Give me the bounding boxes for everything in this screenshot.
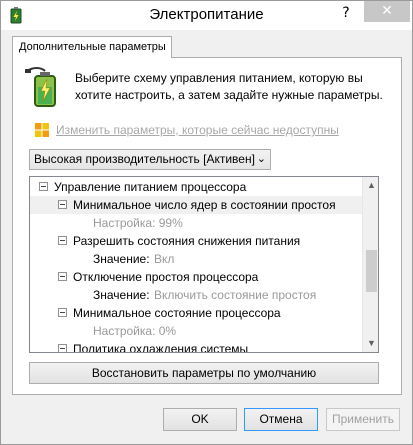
tree-item[interactable]: Минимальное число ядер в состоянии прост… bbox=[30, 196, 362, 214]
settings-tree: Управление питанием процессора Минимальн… bbox=[29, 176, 379, 353]
shield-icon bbox=[35, 123, 49, 137]
ok-button[interactable]: OK bbox=[163, 408, 237, 431]
scrollbar-thumb[interactable] bbox=[366, 250, 377, 292]
help-button[interactable]: ? bbox=[333, 3, 359, 23]
collapse-icon[interactable] bbox=[58, 200, 67, 209]
cancel-button[interactable]: Отмена bbox=[244, 408, 318, 431]
intro-text: Выберите схему управления питанием, кото… bbox=[75, 71, 383, 102]
tree-item[interactable]: Разрешить состояния снижения питания bbox=[30, 232, 362, 250]
scroll-up-icon[interactable]: ▲ bbox=[363, 177, 378, 194]
chevron-down-icon: ⌄ bbox=[256, 153, 266, 165]
collapse-icon[interactable] bbox=[58, 272, 67, 281]
apply-button[interactable]: Применить bbox=[326, 408, 400, 431]
tree-item[interactable]: Значение: Включить состояние простоя bbox=[30, 286, 362, 304]
tree-item[interactable]: Управление питанием процессора bbox=[30, 178, 362, 196]
tree-scrollbar[interactable]: ▲ ▼ bbox=[362, 177, 378, 352]
battery-power-icon bbox=[25, 67, 56, 107]
tree-item[interactable]: Минимальное состояние процессора bbox=[30, 304, 362, 322]
tree-item[interactable]: Значение: Вкл bbox=[30, 250, 362, 268]
collapse-icon[interactable] bbox=[39, 182, 48, 191]
collapse-icon[interactable] bbox=[58, 344, 67, 352]
restore-defaults-button[interactable]: Восстановить параметры по умолчанию bbox=[29, 362, 379, 384]
power-plan-value: Высокая производительность [Активен] bbox=[34, 152, 255, 166]
scroll-down-icon[interactable]: ▼ bbox=[363, 335, 378, 352]
change-unavailable-settings-link[interactable]: Изменить параметры, которые сейчас недос… bbox=[56, 123, 339, 137]
collapse-icon[interactable] bbox=[58, 236, 67, 245]
power-options-dialog: Электропитание ? ✕ Дополнительные параме… bbox=[0, 0, 413, 445]
tree-item[interactable]: Политика охлаждения системы bbox=[30, 340, 362, 352]
power-plan-select[interactable]: Высокая производительность [Активен] ⌄ bbox=[29, 149, 271, 170]
close-button[interactable]: ✕ bbox=[364, 1, 410, 22]
close-icon: ✕ bbox=[381, 3, 393, 19]
collapse-icon[interactable] bbox=[58, 308, 67, 317]
tree-item[interactable]: Отключение простоя процессора bbox=[30, 268, 362, 286]
tab-advanced-settings[interactable]: Дополнительные параметры bbox=[12, 36, 172, 58]
tree-item: Настройка: 99% bbox=[93, 216, 183, 230]
title-bar: Электропитание ? ✕ bbox=[1, 1, 412, 30]
tree-item: Настройка: 0% bbox=[93, 324, 177, 338]
